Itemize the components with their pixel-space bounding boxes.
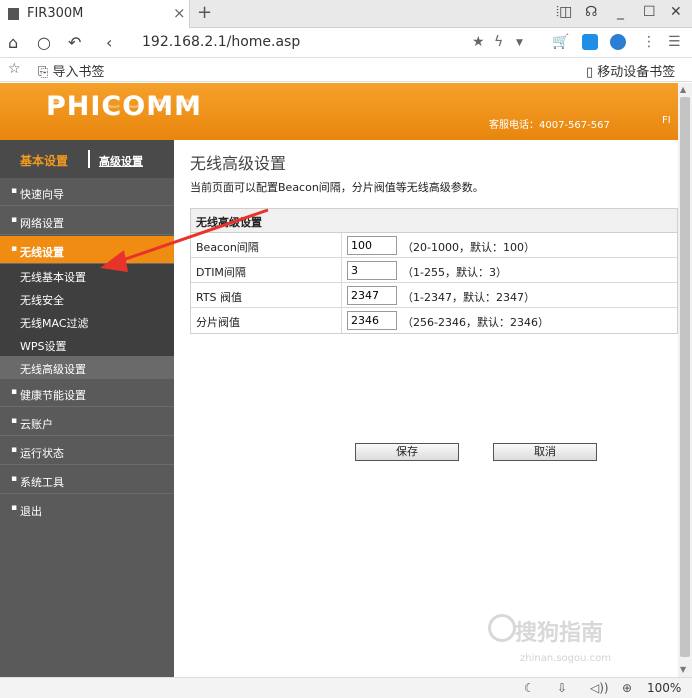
arrow-head (100, 250, 128, 272)
zoom-level[interactable]: 100% (647, 681, 681, 695)
watermark-url: zhinan.sogou.com (520, 653, 612, 664)
annotation-arrow (100, 208, 269, 272)
download-icon[interactable]: ⇩ (557, 681, 567, 695)
watermark: 搜狗指南 (515, 621, 604, 646)
sound-icon[interactable]: ◁)) (590, 681, 609, 695)
status-bar: ☾ ⇩ ◁)) ⊕ 100% (0, 677, 692, 698)
night-mode-icon[interactable]: ☾ (524, 681, 535, 695)
zoom-icon[interactable]: ⊕ (622, 681, 632, 695)
arrow-shaft (116, 208, 269, 264)
watermark-logo-icon (488, 614, 516, 642)
